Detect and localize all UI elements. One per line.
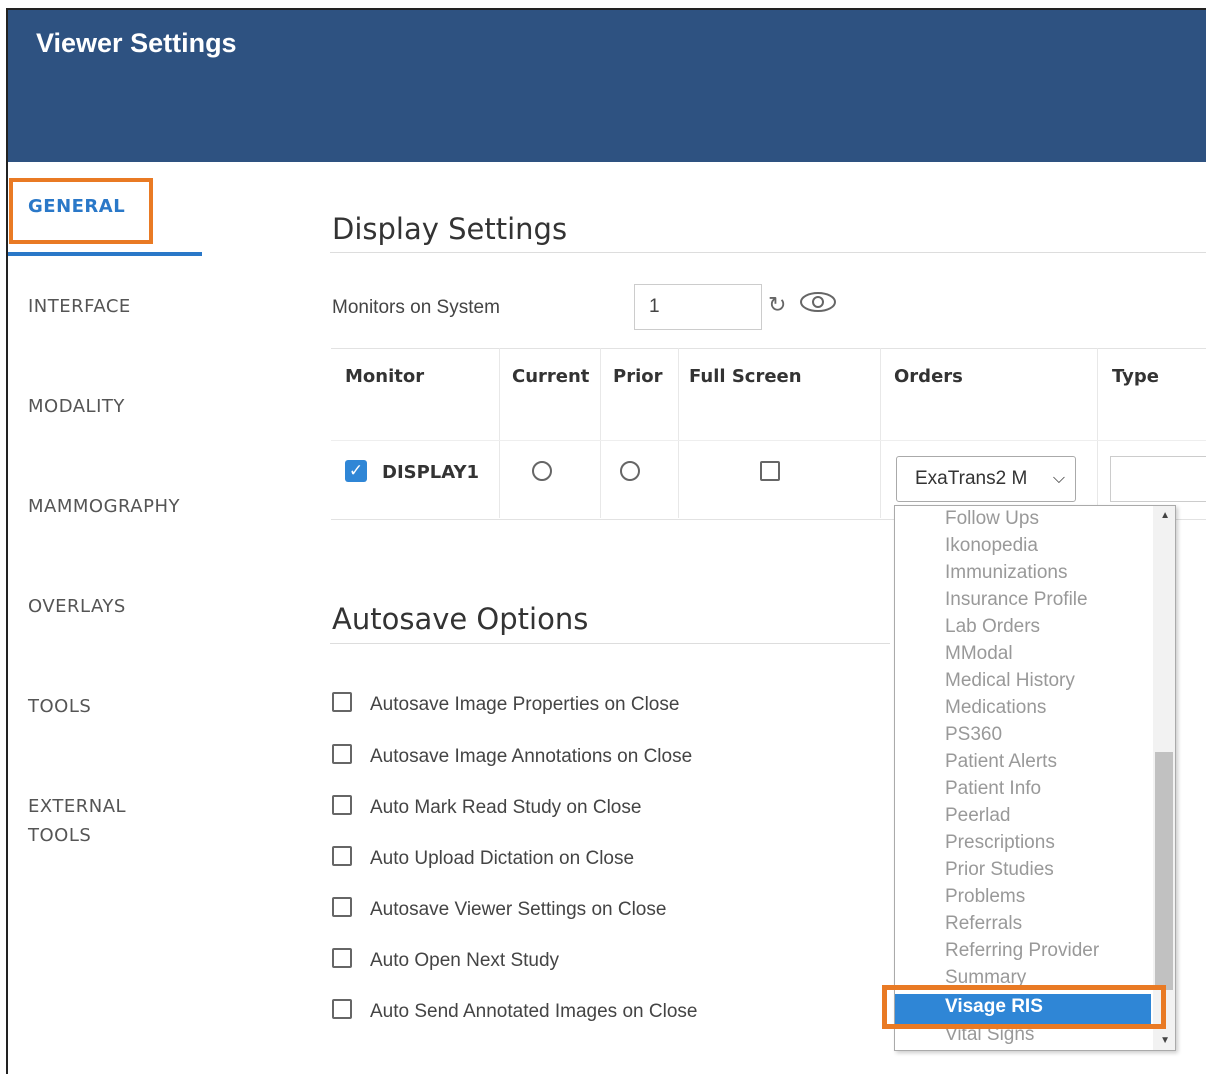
- dropdown-option[interactable]: Patient Alerts: [945, 751, 1057, 773]
- autosave-option[interactable]: Auto Upload Dictation on Close: [332, 846, 634, 872]
- scroll-up-icon[interactable]: ▲: [1160, 510, 1170, 521]
- sidebar-item-general[interactable]: GENERAL: [28, 196, 125, 217]
- column-header-type: Type: [1112, 366, 1159, 387]
- orders-select-value: ExaTrans2 M: [915, 468, 1028, 489]
- monitor-checkbox[interactable]: ✓: [345, 460, 367, 482]
- orders-dropdown-list[interactable]: Follow Ups Ikonopedia Immunizations Insu…: [894, 505, 1176, 1051]
- visage-ris-highlight-box: [882, 985, 1166, 1029]
- dropdown-option[interactable]: Prior Studies: [945, 859, 1054, 881]
- option-label: Autosave Viewer Settings on Close: [370, 899, 667, 920]
- option-label: Autosave Image Properties on Close: [370, 694, 680, 715]
- autosave-option[interactable]: Auto Open Next Study: [332, 948, 559, 974]
- scroll-thumb[interactable]: [1155, 752, 1173, 990]
- sidebar-item-overlays[interactable]: OVERLAYS: [28, 596, 126, 617]
- table-divider: [499, 348, 500, 518]
- sidebar-item-external-tools[interactable]: EXTERNAL TOOLS: [28, 796, 126, 846]
- autosave-option[interactable]: Auto Send Annotated Images on Close: [332, 999, 697, 1025]
- monitor-name: DISPLAY1: [382, 462, 480, 483]
- dropdown-option[interactable]: Problems: [945, 886, 1025, 908]
- prior-radio[interactable]: [620, 461, 640, 481]
- option-label: Auto Mark Read Study on Close: [370, 797, 642, 818]
- column-header-orders: Orders: [894, 366, 963, 387]
- full-screen-checkbox[interactable]: [760, 461, 780, 481]
- sidebar-item-label: TOOLS: [28, 825, 92, 846]
- autosave-option[interactable]: Auto Mark Read Study on Close: [332, 795, 641, 821]
- divider: [330, 252, 1206, 253]
- header-bar: Viewer Settings: [8, 10, 1206, 162]
- option-checkbox[interactable]: [332, 744, 352, 764]
- autosave-option[interactable]: Autosave Image Annotations on Close: [332, 744, 692, 770]
- dropdown-option[interactable]: MModal: [945, 643, 1013, 665]
- sidebar-item-modality[interactable]: MODALITY: [28, 396, 125, 417]
- dropdown-option[interactable]: Medical History: [945, 670, 1075, 692]
- dropdown-option[interactable]: Patient Info: [945, 778, 1041, 800]
- dropdown-option[interactable]: Referrals: [945, 913, 1022, 935]
- chevron-down-icon: ⌵: [1052, 470, 1065, 487]
- refresh-icon[interactable]: ↻: [768, 292, 786, 318]
- dropdown-scrollbar[interactable]: ▲ ▼: [1153, 506, 1175, 1050]
- dropdown-option[interactable]: PS360: [945, 724, 1002, 746]
- dropdown-option[interactable]: Insurance Profile: [945, 589, 1088, 611]
- sidebar-item-label: EXTERNAL: [28, 796, 127, 817]
- dropdown-option[interactable]: Follow Ups: [945, 508, 1039, 530]
- orders-select[interactable]: ExaTrans2 M ⌵: [896, 456, 1076, 502]
- option-checkbox[interactable]: [332, 692, 352, 712]
- option-label: Auto Send Annotated Images on Close: [370, 1001, 698, 1022]
- column-header-prior: Prior: [613, 366, 663, 387]
- page-title: Viewer Settings: [36, 28, 237, 58]
- display-settings-heading: Display Settings: [332, 212, 568, 246]
- dropdown-option[interactable]: Peerlad: [945, 805, 1011, 827]
- option-checkbox[interactable]: [332, 897, 352, 917]
- eye-icon[interactable]: [798, 290, 838, 320]
- divider: [330, 643, 890, 644]
- autosave-heading: Autosave Options: [332, 602, 589, 636]
- dropdown-option[interactable]: Referring Provider: [945, 940, 1099, 962]
- option-checkbox[interactable]: [332, 948, 352, 968]
- autosave-option[interactable]: Autosave Viewer Settings on Close: [332, 897, 666, 923]
- column-header-current: Current: [512, 366, 590, 387]
- column-header-monitor: Monitor: [345, 366, 425, 387]
- option-label: Auto Upload Dictation on Close: [370, 848, 635, 869]
- active-tab-indicator: [8, 252, 202, 256]
- table-divider: [678, 348, 679, 518]
- scroll-down-icon[interactable]: ▼: [1160, 1035, 1170, 1046]
- table-divider: [1097, 348, 1098, 518]
- option-checkbox[interactable]: [332, 846, 352, 866]
- dropdown-option[interactable]: Ikonopedia: [945, 535, 1038, 557]
- column-header-full-screen: Full Screen: [689, 366, 802, 387]
- dropdown-option[interactable]: Lab Orders: [945, 616, 1040, 638]
- option-checkbox[interactable]: [332, 795, 352, 815]
- option-label: Auto Open Next Study: [370, 950, 560, 971]
- option-checkbox[interactable]: [332, 999, 352, 1019]
- type-input[interactable]: [1110, 456, 1206, 502]
- table-divider: [880, 348, 881, 518]
- current-radio[interactable]: [532, 461, 552, 481]
- table-divider: [331, 440, 1206, 441]
- monitors-input[interactable]: 1: [634, 284, 762, 330]
- sidebar-item-mammography[interactable]: MAMMOGRAPHY: [28, 496, 180, 517]
- sidebar-item-tools[interactable]: TOOLS: [28, 696, 91, 717]
- dropdown-option[interactable]: Prescriptions: [945, 832, 1055, 854]
- option-label: Autosave Image Annotations on Close: [370, 746, 693, 767]
- sidebar-item-interface[interactable]: INTERFACE: [28, 296, 131, 317]
- autosave-option[interactable]: Autosave Image Properties on Close: [332, 692, 679, 718]
- dropdown-option[interactable]: Medications: [945, 697, 1046, 719]
- dropdown-option[interactable]: Immunizations: [945, 562, 1068, 584]
- table-divider: [600, 348, 601, 518]
- monitors-label: Monitors on System: [332, 297, 500, 318]
